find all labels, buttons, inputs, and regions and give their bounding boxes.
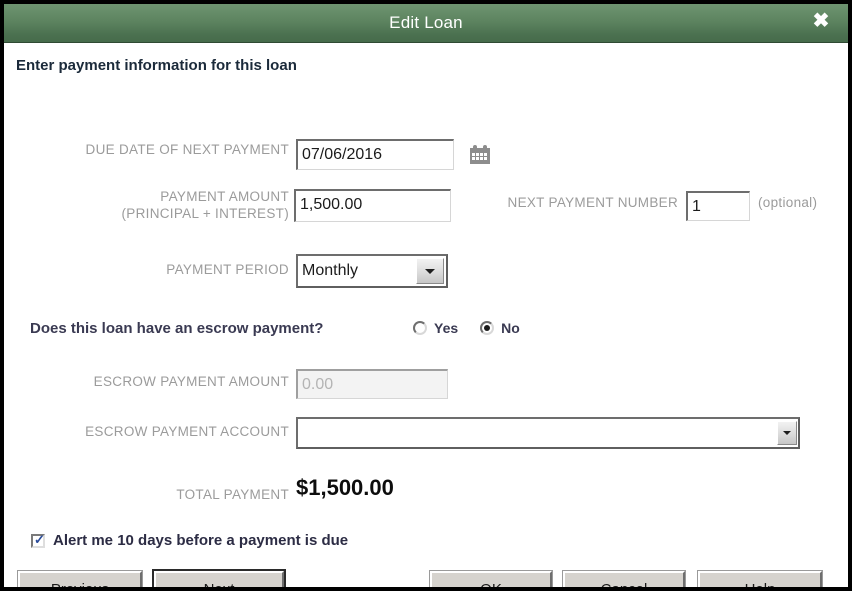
next-payment-number-input[interactable]: 1 xyxy=(686,191,750,221)
due-date-label: DUE DATE OF NEXT PAYMENT xyxy=(85,142,289,157)
escrow-radio-group: Yes No xyxy=(413,319,542,337)
next-payment-number-hint: (optional) xyxy=(758,195,818,210)
check-mark-icon: ✓ xyxy=(34,531,45,547)
close-icon[interactable]: ✖ xyxy=(808,8,834,34)
title-bar: Edit Loan ✖ xyxy=(4,4,848,43)
alert-checkbox-label: Alert me 10 days before a payment is due xyxy=(53,532,349,550)
form-heading: Enter payment information for this loan xyxy=(16,57,297,74)
payment-period-dropdown-arrow[interactable] xyxy=(416,258,444,284)
escrow-account-dropdown-arrow[interactable] xyxy=(777,421,797,445)
payment-amount-label-line2: (PRINCIPAL + INTEREST) xyxy=(121,206,289,221)
payment-amount-label-line1: PAYMENT AMOUNT xyxy=(160,189,289,204)
dialog-body: Enter payment information for this loan … xyxy=(4,43,848,587)
previous-accel: P xyxy=(51,581,61,587)
window-title: Edit Loan xyxy=(389,13,463,32)
alert-checkbox-row[interactable]: ✓ Alert me 10 days before a payment is d… xyxy=(31,532,348,550)
due-date-input[interactable]: 07/06/2016 xyxy=(296,139,454,170)
help-button[interactable]: Help xyxy=(697,570,823,587)
escrow-no-label[interactable]: No xyxy=(501,320,520,336)
next-accel: N xyxy=(204,581,215,587)
escrow-question-label: Does this loan have an escrow payment? xyxy=(30,320,324,337)
calendar-icon[interactable] xyxy=(470,145,490,164)
escrow-no-radio[interactable] xyxy=(480,320,495,335)
cancel-button[interactable]: Cancel xyxy=(562,570,686,587)
ok-button[interactable]: OK xyxy=(429,570,553,587)
escrow-account-label: ESCROW PAYMENT ACCOUNT xyxy=(85,424,289,439)
alert-checkbox[interactable]: ✓ xyxy=(31,531,45,548)
payment-amount-input[interactable]: 1,500.00 xyxy=(294,189,451,222)
escrow-account-select[interactable] xyxy=(296,417,800,449)
escrow-amount-label: ESCROW PAYMENT AMOUNT xyxy=(93,374,289,389)
total-payment-value: $1,500.00 xyxy=(296,475,394,500)
escrow-amount-input[interactable]: 0.00 xyxy=(296,369,448,399)
next-payment-number-label: NEXT PAYMENT NUMBER xyxy=(507,195,678,210)
escrow-yes-label[interactable]: Yes xyxy=(434,320,458,336)
previous-button[interactable]: Previous xyxy=(17,570,143,587)
next-button[interactable]: Next xyxy=(152,569,286,587)
previous-button-label: Previous xyxy=(51,573,109,587)
escrow-yes-radio[interactable] xyxy=(413,320,427,335)
next-button-label: Next xyxy=(204,573,235,587)
edit-loan-dialog: Edit Loan ✖ Enter payment information fo… xyxy=(4,4,848,587)
total-payment-label: TOTAL PAYMENT xyxy=(176,487,289,502)
payment-period-label: PAYMENT PERIOD xyxy=(166,262,289,277)
